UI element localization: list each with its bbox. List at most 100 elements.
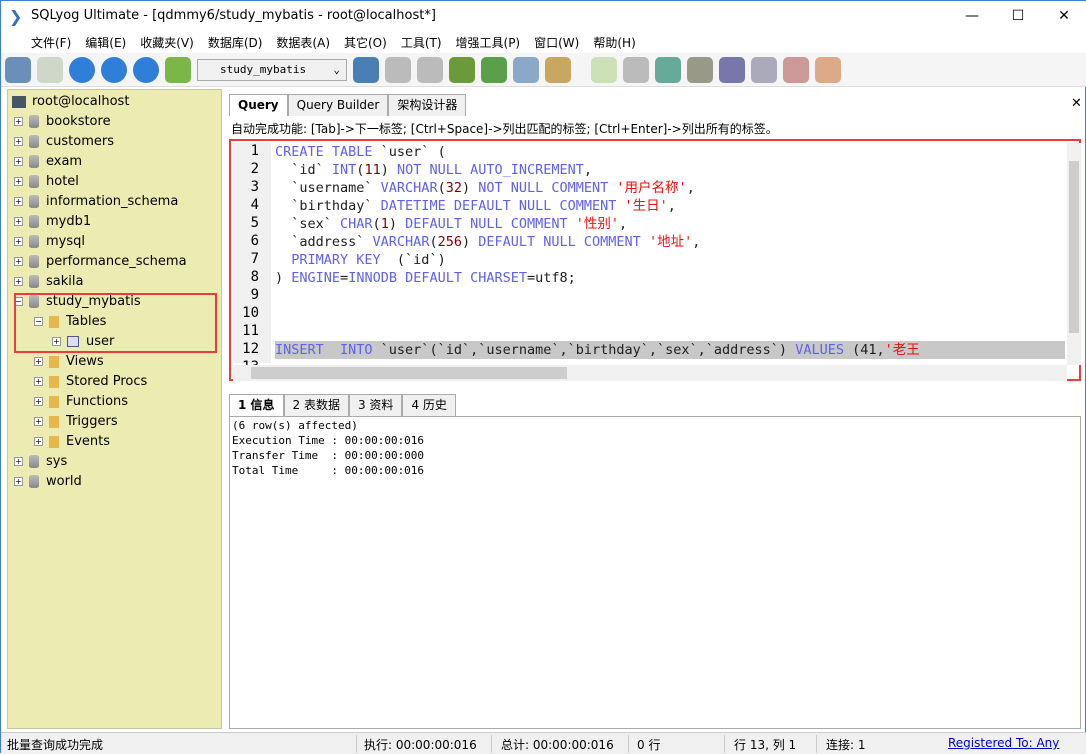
sync-icon[interactable] <box>623 56 649 83</box>
expand-icon[interactable]: + <box>14 277 23 286</box>
tree-db-sys[interactable]: + sys <box>14 452 67 472</box>
expand-icon[interactable]: + <box>14 457 23 466</box>
result-tab-3[interactable]: 4 历史 <box>402 394 456 416</box>
minimize-button[interactable]: — <box>949 1 995 31</box>
tree-folder-1[interactable]: + Stored Procs <box>34 372 147 392</box>
menu-item-4[interactable]: 数据表(A) <box>276 34 330 51</box>
code-token: ( <box>429 234 438 250</box>
tree-db-exam-label: exam <box>46 154 83 169</box>
menu-item-1[interactable]: 编辑(E) <box>85 34 126 51</box>
menu-item-0[interactable]: 文件(F) <box>31 34 71 51</box>
backup-icon[interactable] <box>385 56 411 83</box>
export-icon[interactable] <box>481 56 507 83</box>
execute-all-icon[interactable] <box>101 56 127 83</box>
menu-bar: 文件(F) 编辑(E) 收藏夹(V) 数据库(D) 数据表(A) 其它(O) 工具(T) 增强… <box>1 31 1086 53</box>
folder-icon <box>49 395 59 408</box>
expand-icon[interactable]: + <box>14 117 23 126</box>
expand-icon[interactable]: + <box>34 417 43 426</box>
report-icon[interactable] <box>783 56 809 83</box>
database-icon <box>29 175 39 188</box>
compare-icon[interactable] <box>655 56 681 83</box>
new-query-icon[interactable] <box>37 56 63 83</box>
tree-db-customers[interactable]: + customers <box>14 132 114 152</box>
menu-item-7[interactable]: 增强工具(P) <box>456 34 521 51</box>
designer-icon[interactable] <box>815 56 841 83</box>
tab-query-builder[interactable]: Query Builder <box>287 94 389 116</box>
restore-icon[interactable] <box>417 56 443 83</box>
new-connection-icon[interactable] <box>5 56 31 83</box>
tree-db-world-label: world <box>46 474 82 489</box>
tree-db-information_schema[interactable]: + information_schema <box>14 192 178 212</box>
result-tab-2[interactable]: 3 资料 <box>348 394 403 416</box>
code-line: `username` VARCHAR(32) NOT NULL COMMENT … <box>275 179 695 197</box>
tree-folder-3[interactable]: + Triggers <box>34 412 118 432</box>
expand-icon[interactable]: + <box>14 177 23 186</box>
database-icon <box>29 195 39 208</box>
expand-icon[interactable]: + <box>14 217 23 226</box>
folder-icon <box>49 355 59 368</box>
expand-icon[interactable]: + <box>34 357 43 366</box>
table-icon[interactable] <box>513 56 539 83</box>
horizontal-scrollbar[interactable] <box>233 365 1067 381</box>
tree-db-bookstore[interactable]: + bookstore <box>14 112 111 132</box>
menu-item-9[interactable]: 帮助(H) <box>593 34 635 51</box>
tree-root[interactable]: root@localhost <box>12 92 129 112</box>
code-token: , <box>686 180 695 196</box>
tree-db-world[interactable]: + world <box>14 472 82 492</box>
code-token: PRIMARY KEY <box>275 252 381 268</box>
database-select[interactable]: study_mybatis ⌄ <box>197 58 347 81</box>
code-token: 256 <box>437 234 462 250</box>
maximize-button[interactable]: ☐ <box>995 1 1041 31</box>
result-tab-1[interactable]: 2 表数据 <box>283 394 349 416</box>
code-token: ) <box>461 234 479 250</box>
code-token: DEFAULT NULL COMMENT <box>405 216 576 232</box>
connection-count: 连接: 1 <box>826 738 866 752</box>
menu-item-2[interactable]: 收藏夹(V) <box>140 34 194 51</box>
expand-icon[interactable]: + <box>34 377 43 386</box>
user-manager-icon[interactable] <box>353 56 379 83</box>
registered-link[interactable]: Registered To: Any <box>948 736 1059 750</box>
expand-icon[interactable]: + <box>14 257 23 266</box>
tree-db-performance_schema[interactable]: + performance_schema <box>14 252 187 272</box>
close-tab-icon[interactable]: ✕ <box>1071 96 1082 111</box>
expand-icon[interactable]: + <box>14 477 23 486</box>
tree-folder-2[interactable]: + Functions <box>34 392 128 412</box>
tree-db-mysql[interactable]: + mysql <box>14 232 85 252</box>
import-icon[interactable] <box>449 56 475 83</box>
tree-db-hotel[interactable]: + hotel <box>14 172 79 192</box>
expand-icon[interactable]: + <box>34 437 43 446</box>
menu-item-6[interactable]: 工具(T) <box>401 34 442 51</box>
code-token: `sex` <box>275 216 341 232</box>
code-token: INNODB DEFAULT CHARSET <box>348 270 527 286</box>
expand-icon[interactable]: + <box>14 237 23 246</box>
tab-schema-designer[interactable]: 架构设计器 <box>388 94 467 116</box>
code-token: ENGINE <box>291 270 341 286</box>
expand-icon[interactable]: + <box>14 137 23 146</box>
menu-item-3[interactable]: 数据库(D) <box>208 34 263 51</box>
tree-db-mydb1[interactable]: + mydb1 <box>14 212 91 232</box>
code-token: '地址' <box>648 234 693 250</box>
tree-db-exam[interactable]: + exam <box>14 152 82 172</box>
tree-folder-0[interactable]: + Views <box>34 352 104 372</box>
close-button[interactable]: ✕ <box>1041 1 1086 31</box>
result-tab-0[interactable]: 1 信息 <box>229 394 284 416</box>
code-token: CREATE TABLE <box>275 144 381 160</box>
tree-folder-4[interactable]: + Events <box>34 432 110 452</box>
migrate-icon[interactable] <box>687 56 713 83</box>
execute-edit-icon[interactable] <box>133 56 159 83</box>
schedule-icon[interactable] <box>591 56 617 83</box>
shapes-icon[interactable] <box>165 56 191 83</box>
expand-icon[interactable]: + <box>34 397 43 406</box>
schema-sync-icon[interactable] <box>719 56 745 83</box>
sql-editor[interactable]: 12345678910111213 CREATE TABLE `user` ( … <box>229 139 1081 381</box>
tree-db-sakila[interactable]: + sakila <box>14 272 83 292</box>
expand-icon[interactable]: + <box>14 197 23 206</box>
expand-icon[interactable]: + <box>14 157 23 166</box>
menu-item-8[interactable]: 窗口(W) <box>534 34 579 51</box>
vertical-scrollbar[interactable] <box>1067 143 1081 365</box>
menu-item-5[interactable]: 其它(O) <box>344 34 387 51</box>
table-key-icon[interactable] <box>545 56 571 83</box>
execute-query-icon[interactable] <box>69 56 95 83</box>
monitor-icon[interactable] <box>751 56 777 83</box>
tab-query[interactable]: Query <box>229 94 288 116</box>
